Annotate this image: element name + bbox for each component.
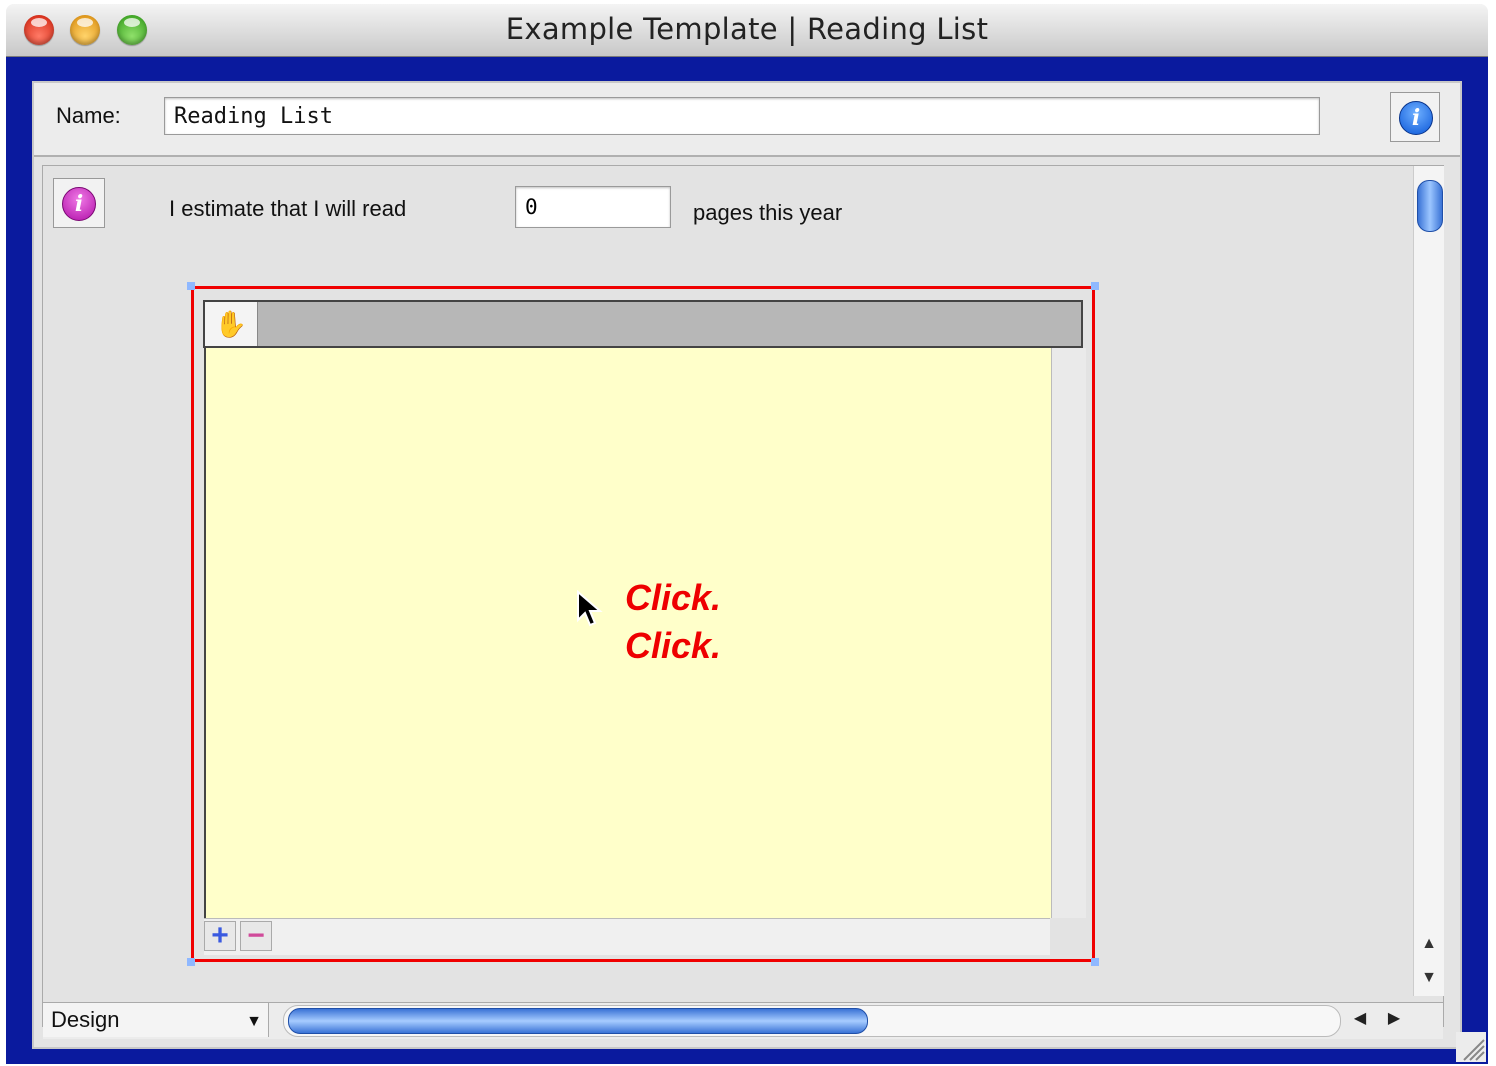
chevron-down-icon: ▼	[246, 1013, 262, 1030]
add-row-button[interactable]: +	[204, 921, 236, 951]
layout-content: i I estimate that I will read 0 pages th…	[42, 165, 1444, 1039]
vertical-scrollbar[interactable]: ▲ ▼	[1413, 166, 1444, 996]
layout-panel: Name: Reading List i i I estimate that I…	[32, 81, 1462, 1049]
click-annotation-line: Click.	[625, 625, 722, 666]
scroll-right-arrow-icon[interactable]: ▶	[1377, 1003, 1411, 1035]
name-field[interactable]: Reading List	[164, 97, 1320, 135]
scroll-left-arrow-icon[interactable]: ◀	[1343, 1003, 1377, 1035]
portal-footer: + −	[204, 918, 1050, 955]
estimate-label: I estimate that I will read	[169, 196, 407, 221]
selection-handle[interactable]	[1091, 958, 1099, 966]
info-icon: i	[62, 187, 96, 221]
hand-icon[interactable]: ✋	[205, 302, 258, 346]
selection-handle[interactable]	[1091, 282, 1099, 290]
horizontal-scroll-thumb[interactable]	[288, 1008, 868, 1034]
mode-select[interactable]: Design ▼	[43, 1003, 269, 1037]
click-annotation: Click. Click.	[625, 574, 721, 670]
horizontal-scrollbar[interactable]	[283, 1005, 1341, 1037]
scroll-up-arrow-icon[interactable]: ▲	[1414, 930, 1444, 958]
remove-row-button[interactable]: −	[240, 921, 272, 951]
window-title: Example Template | Reading List	[505, 12, 989, 46]
info-button[interactable]: i	[1390, 92, 1440, 142]
selection-handle[interactable]	[187, 282, 195, 290]
bottom-bar: Design ▼ ◀ ▶	[43, 1002, 1443, 1039]
pages-suffix-label: pages this year	[693, 200, 843, 225]
header-bar: Name: Reading List i	[34, 83, 1460, 157]
selection-handle[interactable]	[187, 958, 195, 966]
mode-select-value: Design	[51, 1007, 120, 1032]
info-icon: i	[1399, 101, 1433, 135]
vertical-scroll-thumb[interactable]	[1417, 180, 1443, 232]
click-annotation-line: Click.	[625, 577, 722, 618]
app-window: Example Template | Reading List Name: Re…	[6, 4, 1488, 1064]
resize-grip-icon[interactable]	[1456, 1032, 1486, 1062]
field-info-button[interactable]: i	[53, 178, 105, 228]
layout-frame: Name: Reading List i i I estimate that I…	[6, 57, 1488, 1064]
pages-field[interactable]: 0	[515, 186, 671, 228]
portal-scroll-gutter	[1051, 348, 1086, 918]
name-label: Name:	[56, 103, 121, 128]
scroll-down-arrow-icon[interactable]: ▼	[1414, 964, 1444, 992]
pointer-cursor-icon	[576, 589, 604, 635]
title-bar: Example Template | Reading List	[6, 4, 1488, 57]
portal-header: ✋	[203, 300, 1083, 348]
